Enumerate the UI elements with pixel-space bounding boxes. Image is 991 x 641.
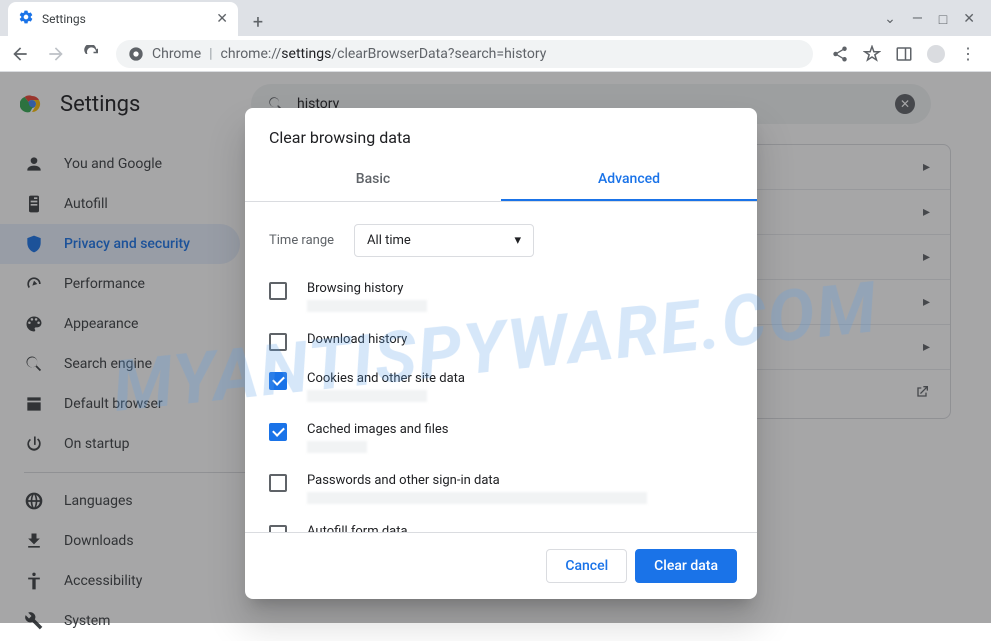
checkbox[interactable]: [269, 333, 287, 351]
tab-basic[interactable]: Basic: [245, 159, 501, 201]
checkbox[interactable]: [269, 282, 287, 300]
sidepanel-icon[interactable]: [895, 45, 913, 63]
window-controls: ⌄ — □ ✕: [884, 11, 983, 36]
time-range-select[interactable]: All time ▾: [354, 224, 534, 257]
option-cookies[interactable]: Cookies and other site data: [245, 361, 757, 412]
dialog-title: Clear browsing data: [245, 108, 757, 159]
forward-button[interactable]: [44, 42, 68, 66]
chevron-down-icon[interactable]: ⌄: [884, 11, 896, 28]
dialog-body: Time range All time ▾ Browsing history D…: [245, 202, 757, 532]
checkbox[interactable]: [269, 372, 287, 390]
gear-icon: [18, 9, 34, 29]
maximize-icon[interactable]: □: [939, 11, 947, 28]
address-origin: Chrome: [152, 46, 201, 62]
back-button[interactable]: [8, 42, 32, 66]
close-icon[interactable]: ✕: [216, 11, 228, 27]
clear-browsing-data-dialog: Clear browsing data Basic Advanced Time …: [245, 108, 757, 599]
new-tab-button[interactable]: +: [244, 8, 272, 36]
chrome-icon: [128, 46, 144, 62]
checkbox[interactable]: [269, 474, 287, 492]
chevron-down-icon: ▾: [515, 233, 522, 248]
option-cached-images[interactable]: Cached images and files: [245, 412, 757, 463]
option-autofill-data[interactable]: Autofill form data: [245, 514, 757, 532]
close-window-icon[interactable]: ✕: [963, 11, 975, 28]
browser-toolbar: Chrome | chrome://settings/clearBrowserD…: [0, 36, 991, 72]
time-range-label: Time range: [269, 233, 334, 248]
toolbar-actions: ⋮: [825, 45, 983, 63]
address-bar[interactable]: Chrome | chrome://settings/clearBrowserD…: [116, 40, 813, 68]
option-download-history[interactable]: Download history: [245, 322, 757, 361]
bookmark-icon[interactable]: [863, 45, 881, 63]
minimize-icon[interactable]: —: [912, 11, 923, 28]
reload-button[interactable]: [80, 42, 104, 66]
menu-icon[interactable]: ⋮: [959, 45, 977, 63]
checkbox[interactable]: [269, 525, 287, 532]
time-range-row: Time range All time ▾: [245, 210, 757, 271]
tab-title: Settings: [42, 12, 208, 26]
option-passwords[interactable]: Passwords and other sign-in data: [245, 463, 757, 514]
dialog-tabs: Basic Advanced: [245, 159, 757, 202]
settings-page: Settings ✕ You and Google Autofill Priva…: [0, 72, 991, 623]
clear-data-button[interactable]: Clear data: [635, 549, 737, 583]
checkbox[interactable]: [269, 423, 287, 441]
browser-titlebar: Settings ✕ + ⌄ — □ ✕: [0, 0, 991, 36]
share-icon[interactable]: [831, 45, 849, 63]
option-browsing-history[interactable]: Browsing history: [245, 271, 757, 322]
dialog-actions: Cancel Clear data: [245, 532, 757, 599]
tab-advanced[interactable]: Advanced: [501, 159, 757, 201]
cancel-button[interactable]: Cancel: [546, 549, 627, 583]
profile-avatar[interactable]: [927, 45, 945, 63]
address-url: chrome://settings/clearBrowserData?searc…: [221, 46, 547, 62]
browser-tab[interactable]: Settings ✕: [8, 2, 238, 36]
